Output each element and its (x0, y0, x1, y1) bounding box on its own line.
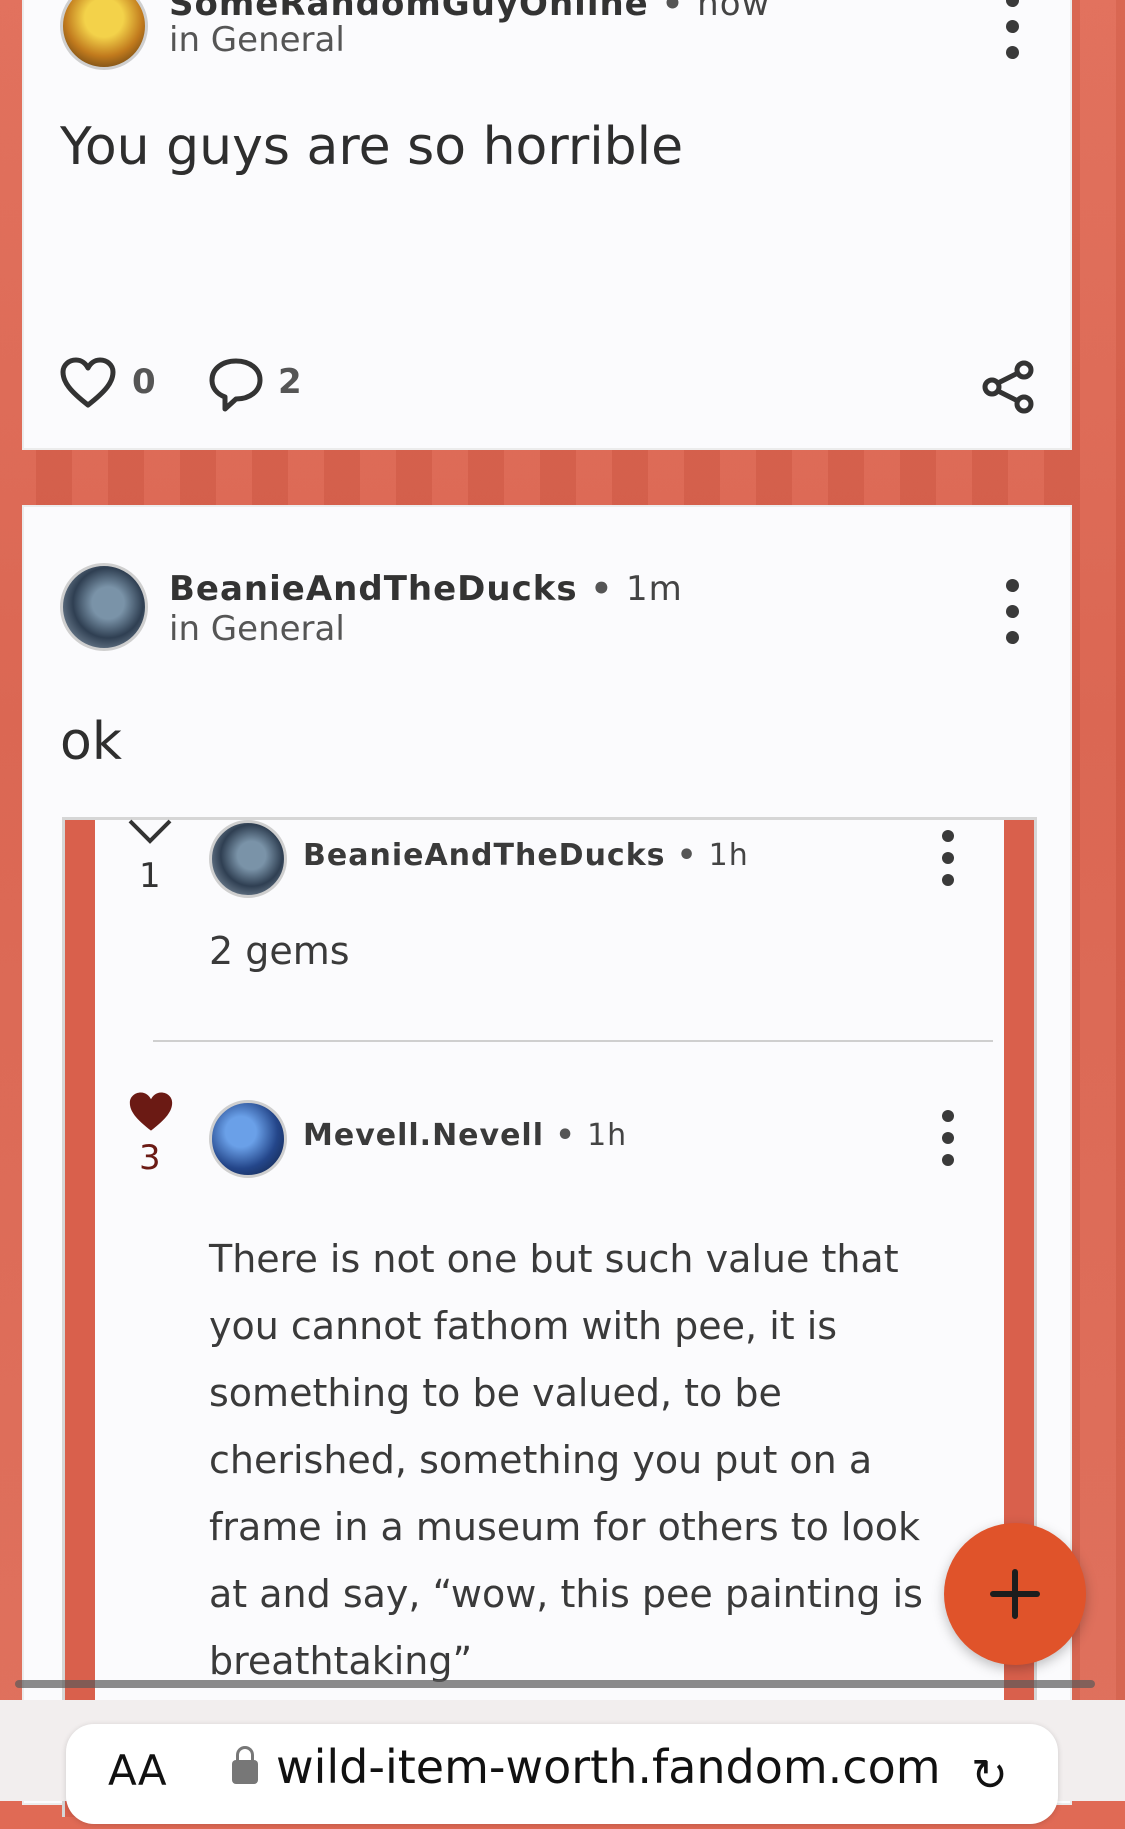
username[interactable]: BeanieAndTheDucks (169, 569, 578, 609)
scroll-indicator (15, 1680, 1095, 1688)
quoted-replies: 1 BeanieAndTheDucks • 1h 2 gems 3 Mevell… (62, 817, 1037, 1817)
post-time: 1m (626, 569, 683, 609)
more-options-icon[interactable] (1002, 0, 1022, 64)
reader-settings-button[interactable]: AA (108, 1746, 167, 1795)
lock-icon (232, 1746, 258, 1784)
community-label[interactable]: in General (169, 20, 345, 60)
avatar[interactable] (60, 563, 148, 651)
vote-count: 1 (139, 856, 161, 896)
more-options-icon[interactable] (938, 830, 958, 890)
post-time: now (697, 0, 771, 24)
community-label[interactable]: in General (169, 609, 345, 649)
separator-dot: • (555, 1118, 576, 1153)
quote-border-right (1004, 820, 1034, 1817)
separator-dot: • (676, 838, 698, 873)
more-options-icon[interactable] (1002, 579, 1022, 649)
comment-header-1: BeanieAndTheDucks • 1h (303, 838, 749, 873)
reload-icon[interactable]: ↻ (971, 1750, 1008, 1801)
comment-header-2: Mevell.Nevell • 1h (303, 1118, 627, 1153)
avatar[interactable] (209, 1100, 287, 1178)
post-text: You guys are so horrible (60, 117, 684, 177)
chevron-down-icon (128, 819, 172, 844)
post-card-1: SomeRandomGuyOnline • now in General You… (22, 0, 1072, 450)
comment-text: 2 gems (209, 929, 350, 973)
like-count: 3 (139, 1138, 161, 1178)
heart-filled-icon (129, 1092, 173, 1131)
comment-count: 2 (278, 362, 302, 402)
like-button[interactable] (127, 1090, 175, 1138)
post-header-2: BeanieAndTheDucks • 1m (169, 569, 683, 609)
comment-time: 1h (587, 1118, 628, 1153)
post-text: ok (60, 712, 122, 772)
address-bar[interactable]: AA wild-item-worth.fandom.com ↻ (66, 1724, 1058, 1824)
separator-dot: • (661, 0, 685, 24)
like-count: 0 (132, 362, 156, 402)
separator-dot: • (590, 569, 614, 609)
heart-icon (60, 357, 116, 408)
like-button[interactable] (60, 357, 116, 413)
avatar[interactable] (60, 0, 148, 70)
username[interactable]: Mevell.Nevell (303, 1118, 544, 1153)
url-text[interactable]: wild-item-worth.fandom.com (276, 1740, 941, 1794)
more-options-icon[interactable] (938, 1110, 958, 1170)
comment-button[interactable] (208, 357, 264, 417)
quote-border-left (65, 820, 95, 1817)
comment-time: 1h (708, 838, 749, 873)
avatar[interactable] (209, 820, 287, 898)
divider (153, 1040, 993, 1042)
share-icon (982, 360, 1034, 414)
comment-icon (209, 358, 263, 412)
create-post-button[interactable] (944, 1523, 1086, 1665)
username[interactable]: BeanieAndTheDucks (303, 838, 666, 873)
share-button[interactable] (980, 360, 1036, 418)
post-card-2: BeanieAndTheDucks • 1m in General ok 1 B… (22, 505, 1072, 1817)
vote-button[interactable] (127, 818, 173, 850)
browser-toolbar: AA wild-item-worth.fandom.com ↻ (0, 1700, 1125, 1824)
